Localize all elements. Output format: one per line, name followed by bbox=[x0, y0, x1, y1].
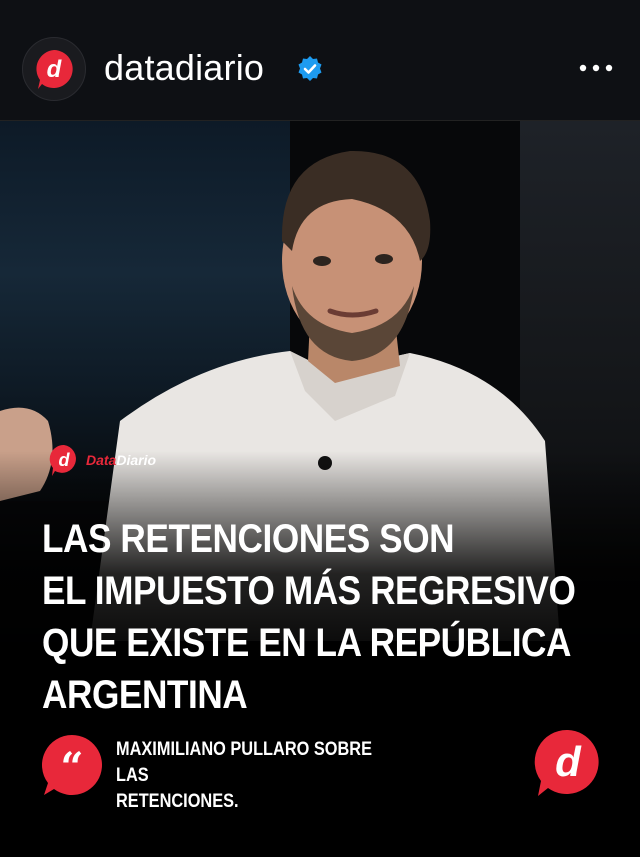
profile-avatar[interactable]: d bbox=[22, 37, 86, 101]
datadiario-watermark: d DataDiario bbox=[48, 443, 156, 477]
quote-caption: MAXIMILIANO PULLARO SOBRE LAS RETENCIONE… bbox=[116, 737, 408, 815]
headline-line: LAS RETENCIONES SON bbox=[42, 517, 455, 561]
svg-text:d: d bbox=[59, 450, 71, 470]
datadiario-logo-icon: d bbox=[36, 50, 73, 89]
quote-icon: “ bbox=[41, 735, 102, 795]
svg-text:“: “ bbox=[60, 744, 83, 791]
svg-text:d: d bbox=[555, 738, 582, 785]
headline-line: EL IMPUESTO MÁS REGRESIVO bbox=[42, 569, 576, 613]
caption-line: RETENCIONES. bbox=[116, 791, 239, 812]
headline: LAS RETENCIONES SON EL IMPUESTO MÁS REGR… bbox=[42, 513, 576, 721]
post-image[interactable]: d DataDiario LAS RETENCIONES SON EL IMPU… bbox=[0, 121, 640, 857]
post-header: d datadiario bbox=[0, 0, 640, 121]
caption-line: MAXIMILIANO PULLARO SOBRE LAS bbox=[116, 739, 372, 786]
account-username[interactable]: datadiario bbox=[104, 48, 264, 88]
watermark-text: DataDiario bbox=[86, 452, 157, 468]
datadiario-logo-icon: d bbox=[49, 444, 76, 476]
more-options-button[interactable] bbox=[576, 54, 616, 82]
verified-badge-icon bbox=[298, 56, 322, 81]
more-options-icon bbox=[579, 64, 613, 72]
datadiario-logo-icon: d bbox=[534, 729, 599, 796]
headline-line: QUE EXISTE EN LA REPÚBLICA bbox=[42, 621, 572, 665]
headline-line: ARGENTINA bbox=[42, 673, 248, 717]
svg-text:d: d bbox=[47, 56, 63, 83]
